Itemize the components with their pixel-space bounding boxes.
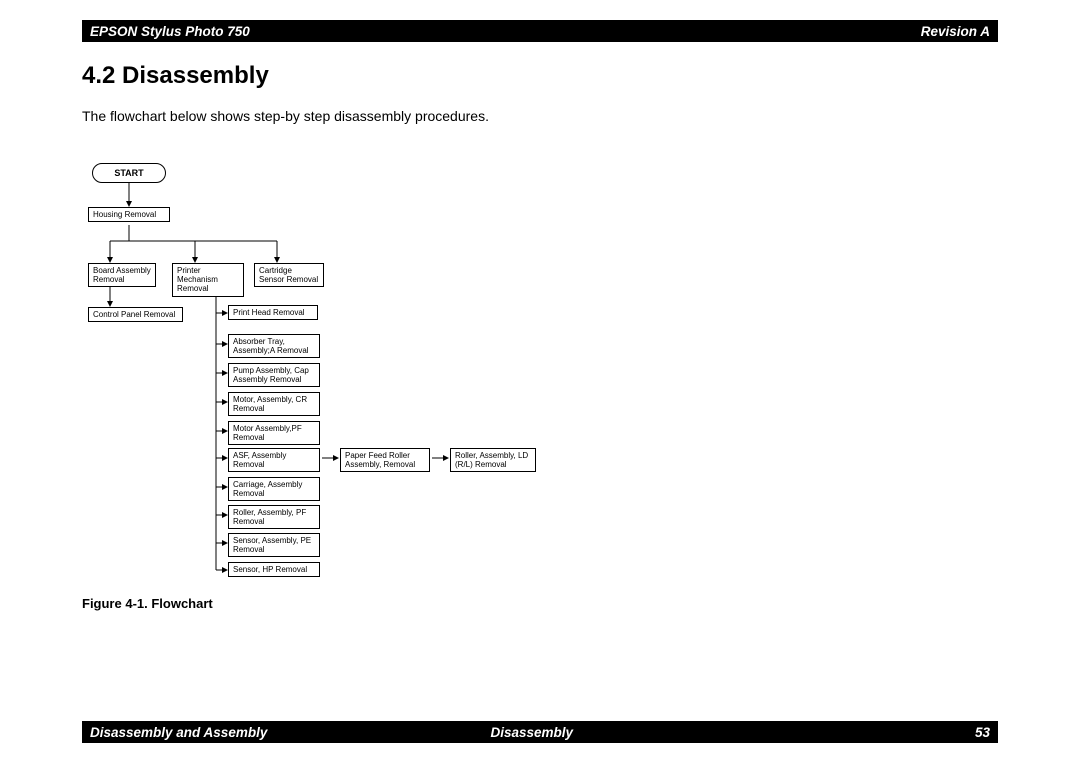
flow-mech-child-0: Print Head Removal — [228, 305, 318, 320]
flow-mech-child-4: Motor Assembly,PF Removal — [228, 421, 320, 445]
flow-mech-child-9: Sensor, HP Removal — [228, 562, 320, 577]
header-right: Revision A — [921, 24, 990, 39]
flow-mech-child-2: Pump Assembly, Cap Assembly Removal — [228, 363, 320, 387]
footer-page: 53 — [975, 725, 990, 740]
flow-mech-child-5: ASF, Assembly Removal — [228, 448, 320, 472]
intro-text: The flowchart below shows step-by step d… — [82, 108, 489, 124]
flowchart: START Housing Removal Board Assembly Rem… — [82, 155, 582, 585]
flow-paper-feed: Paper Feed Roller Assembly, Removal — [340, 448, 430, 472]
flow-mech-child-3: Motor, Assembly, CR Removal — [228, 392, 320, 416]
flow-cartridge-sensor: Cartridge Sensor Removal — [254, 263, 324, 287]
footer-bar: Disassembly and Assembly Disassembly 53 — [82, 721, 998, 743]
footer-center: Disassembly — [490, 725, 573, 740]
flow-mech-child-8: Sensor, Assembly, PE Removal — [228, 533, 320, 557]
flow-start: START — [92, 163, 166, 183]
flow-housing: Housing Removal — [88, 207, 170, 222]
header-bar: EPSON Stylus Photo 750 Revision A — [82, 20, 998, 42]
footer-left: Disassembly and Assembly — [90, 725, 267, 740]
flow-mech-child-1: Absorber Tray, Assembly;A Removal — [228, 334, 320, 358]
flow-mech-child-7: Roller, Assembly, PF Removal — [228, 505, 320, 529]
flow-board-assembly: Board Assembly Removal — [88, 263, 156, 287]
flow-control-panel: Control Panel Removal — [88, 307, 183, 322]
section-title: 4.2 Disassembly — [82, 62, 269, 90]
flow-printer-mech: Printer Mechanism Removal — [172, 263, 244, 297]
flow-mech-child-6: Carriage, Assembly Removal — [228, 477, 320, 501]
flow-roller-ld: Roller, Assembly, LD (R/L) Removal — [450, 448, 536, 472]
header-left: EPSON Stylus Photo 750 — [90, 24, 250, 39]
figure-caption: Figure 4-1. Flowchart — [82, 596, 213, 611]
